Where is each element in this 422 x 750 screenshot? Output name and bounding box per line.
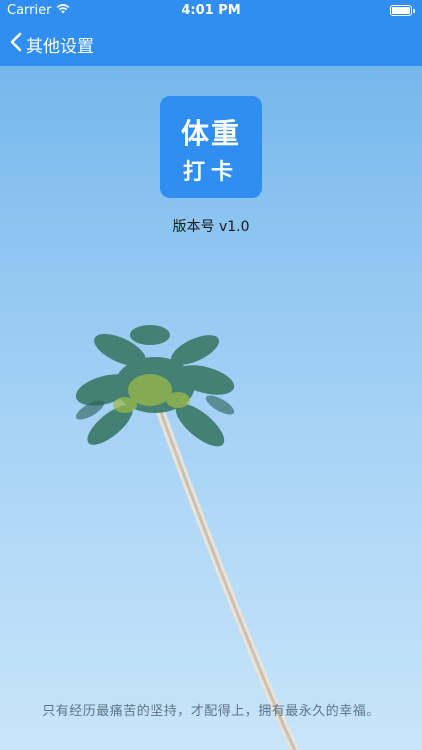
motto-text: 只有经历最痛苦的坚持，才配得上，拥有最永久的幸福。 xyxy=(42,704,380,719)
chevron-left-icon xyxy=(10,32,22,57)
status-time: 4:01 PM xyxy=(181,3,241,18)
status-bar: Carrier 4:01 PM xyxy=(0,0,422,22)
logo-text-line1: 体重 xyxy=(180,117,241,150)
back-label: 其他设置 xyxy=(26,36,94,57)
logo-text-line2: 打卡 xyxy=(182,159,239,185)
nav-bar: 其他设置 xyxy=(0,22,422,66)
version-label: 版本号 v1.0 xyxy=(172,219,250,235)
palm-tree-image xyxy=(75,325,300,750)
battery-icon xyxy=(390,5,415,16)
app-logo: 体重 打卡 xyxy=(160,96,262,198)
back-button[interactable]: 其他设置 xyxy=(10,22,94,66)
